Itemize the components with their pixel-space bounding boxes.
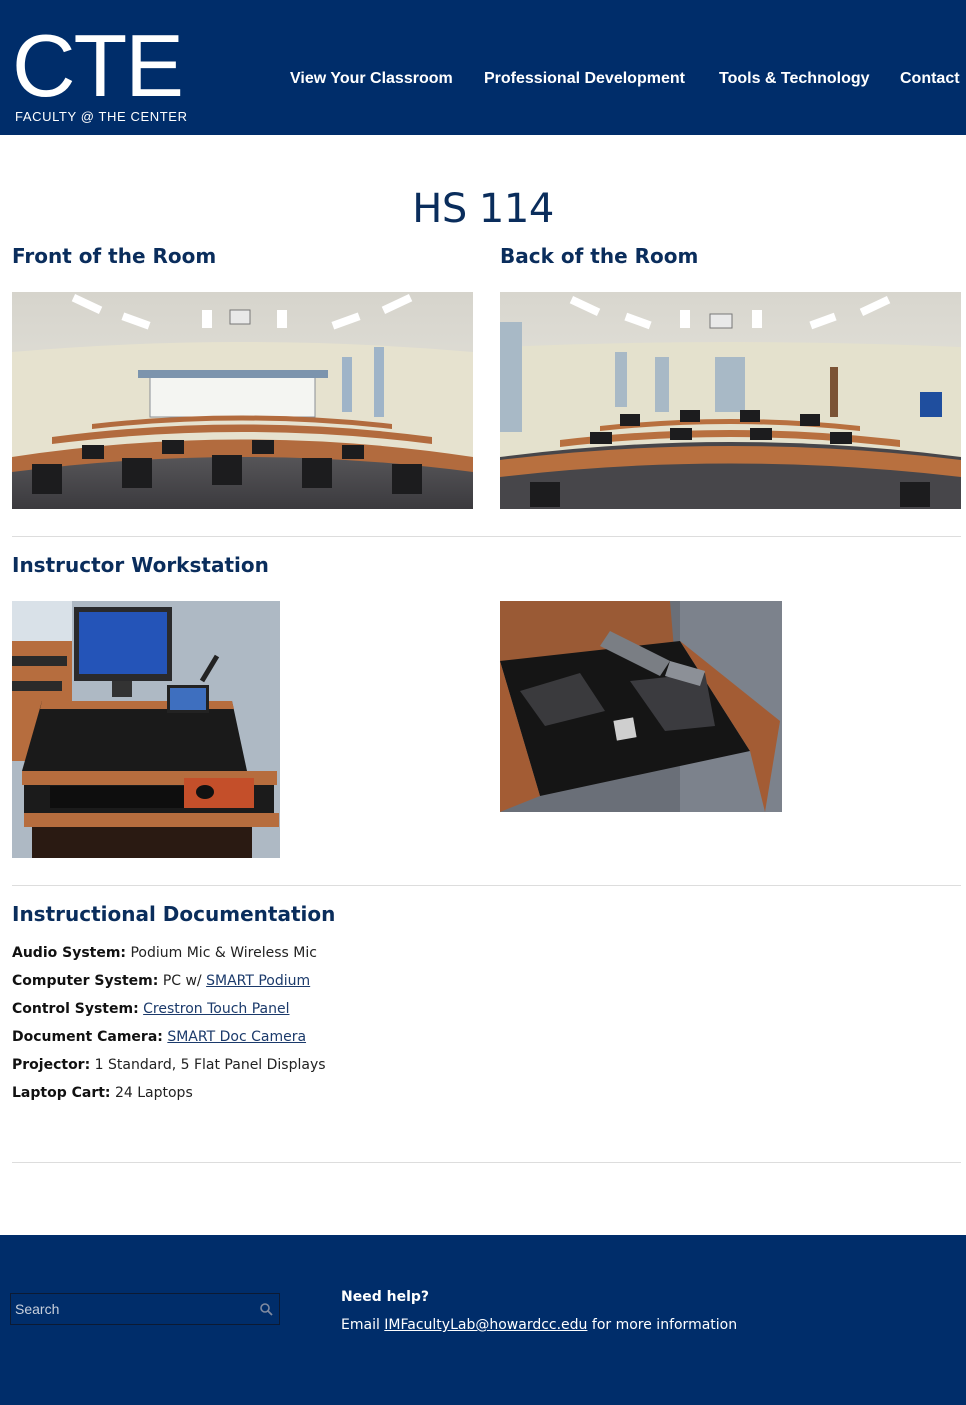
smart-doc-camera-link[interactable]: SMART Doc Camera [167,1029,306,1045]
help-suffix: for more information [587,1317,738,1333]
help-text: Email IMFacultyLab@howardcc.edu for more… [341,1317,737,1333]
section-divider [12,885,961,886]
logo-text: CTE [12,16,184,115]
smart-podium-link[interactable]: SMART Podium [206,973,310,989]
help-title: Need help? [341,1289,430,1305]
front-room-photo[interactable] [12,292,473,509]
page-title: HS 114 [412,186,554,232]
doc-label: Audio System: [12,945,127,961]
nav-contact[interactable]: Contact [900,70,960,88]
control-system-row: Control System: Crestron Touch Panel [12,1001,289,1017]
help-prefix: Email [341,1317,385,1333]
search-box [10,1293,280,1325]
nav-professional-development[interactable]: Professional Development [484,70,685,88]
back-room-heading: Back of the Room [500,244,699,268]
nav-tools-technology[interactable]: Tools & Technology [719,70,870,88]
document-camera-photo[interactable] [500,601,782,812]
doc-value: 1 Standard, 5 Flat Panel Displays [94,1057,326,1073]
site-footer: Need help? Email IMFacultyLab@howardcc.e… [0,1235,966,1405]
doc-label: Projector: [12,1057,91,1073]
doc-label: Laptop Cart: [12,1085,111,1101]
front-room-heading: Front of the Room [12,244,217,268]
logo-subtitle: FACULTY @ THE CENTER [15,109,188,124]
section-divider [12,1162,961,1163]
search-input[interactable] [11,1294,251,1324]
documentation-heading: Instructional Documentation [12,902,336,926]
doc-value: PC w/ [162,973,207,989]
help-email-link[interactable]: IMFacultyLab@howardcc.edu [384,1317,587,1333]
workstation-heading: Instructor Workstation [12,553,269,577]
doc-label: Document Camera: [12,1029,163,1045]
section-divider [12,536,961,537]
crestron-touch-panel-link[interactable]: Crestron Touch Panel [143,1001,289,1017]
site-header: CTE FACULTY @ THE CENTER View Your Class… [0,0,966,135]
doc-label: Control System: [12,1001,139,1017]
podium-photo[interactable] [12,601,280,858]
cte-logo[interactable]: CTE FACULTY @ THE CENTER [12,22,198,126]
doc-value: Podium Mic & Wireless Mic [130,945,317,961]
projector-row: Projector: 1 Standard, 5 Flat Panel Disp… [12,1057,326,1073]
audio-system-row: Audio System: Podium Mic & Wireless Mic [12,945,317,961]
doc-label: Computer System: [12,973,159,989]
search-icon[interactable] [259,1302,273,1316]
laptop-cart-row: Laptop Cart: 24 Laptops [12,1085,193,1101]
nav-view-your-classroom[interactable]: View Your Classroom [290,70,453,88]
document-camera-row: Document Camera: SMART Doc Camera [12,1029,306,1045]
doc-value: 24 Laptops [114,1085,193,1101]
computer-system-row: Computer System: PC w/ SMART Podium [12,973,310,989]
back-room-photo[interactable] [500,292,961,509]
